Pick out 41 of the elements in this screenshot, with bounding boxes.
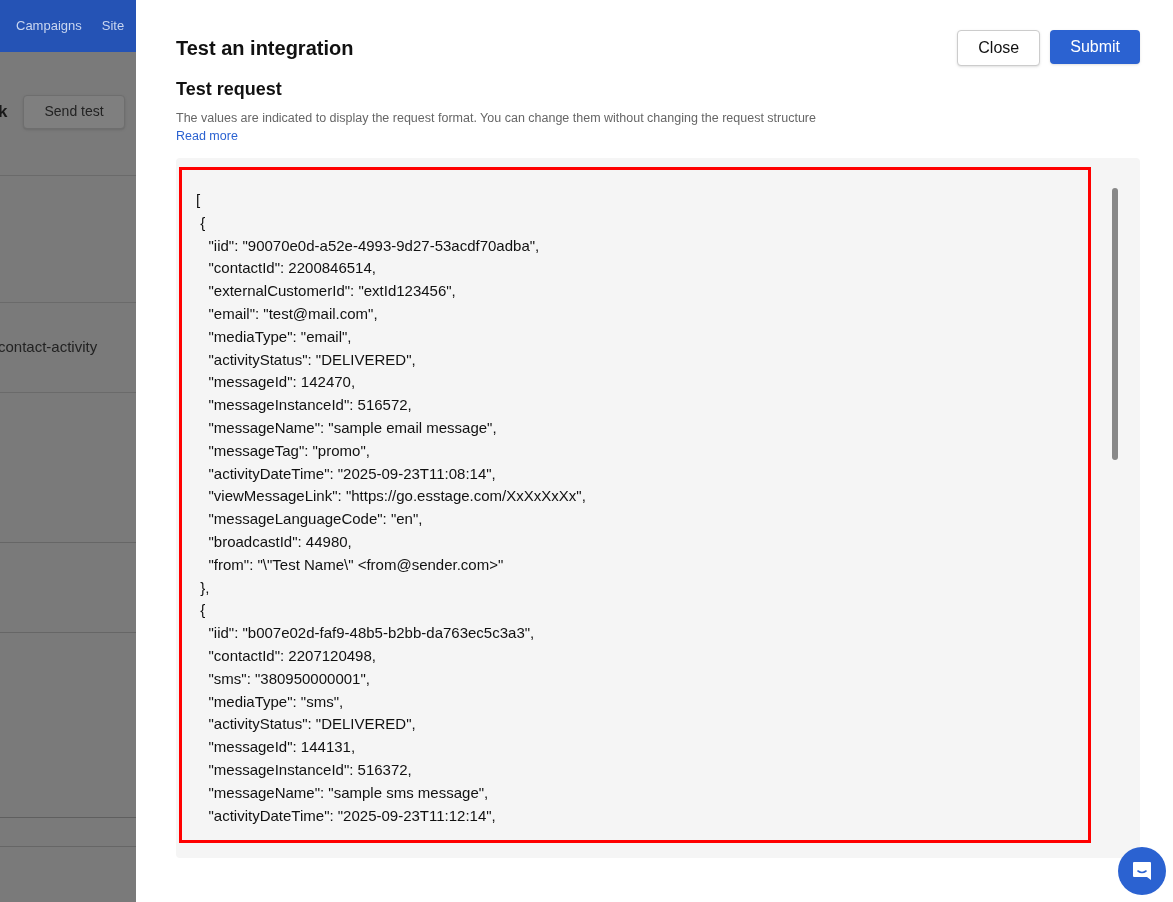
send-test-button[interactable]: Send test xyxy=(23,94,125,129)
code-line: "activityStatus": "DELIVERED", xyxy=(207,349,416,370)
code-line: "iid": "b007e02d-faf9-48b5-b2bb-da763ec5c3a3", xyxy=(207,623,535,644)
code-line: "activityStatus": "DELIVERED", xyxy=(207,714,416,735)
code-line: "messageInstanceId": 516572, xyxy=(207,395,412,416)
code-line: }, xyxy=(199,577,210,598)
code-line: "from": "\"Test Name\" <from@sender.com>" xyxy=(207,554,504,575)
code-line: "messageInstanceId": 516372, xyxy=(207,759,412,780)
code-line: "messageTag": "promo", xyxy=(207,440,370,461)
submit-button[interactable]: Submit xyxy=(1050,30,1140,64)
section-title: Test request xyxy=(176,78,283,101)
code-line: "contactId": 2200846514, xyxy=(207,258,376,279)
code-line: "email": "test@mail.com", xyxy=(207,304,378,324)
chat-icon xyxy=(1131,860,1153,882)
code-line: "viewMessageLink": "https://go.esstage.com/XxXxXxXx", xyxy=(207,486,586,507)
dialog-title: Test an integration xyxy=(176,36,354,61)
code-line: [ xyxy=(196,190,201,210)
read-more-link[interactable]: Read more xyxy=(176,127,238,145)
code-line: "messageId": 144131, xyxy=(207,737,356,758)
code-line: "sms": "380950000001", xyxy=(207,668,370,689)
code-line: "externalCustomerId": "extId123456", xyxy=(207,281,456,302)
code-line: "activityDateTime": "2025-09-23T11:08:14", xyxy=(207,463,496,484)
code-line: "messageName": "sample sms message", xyxy=(207,782,489,803)
scrollbar-thumb[interactable] xyxy=(1112,188,1118,460)
nav-link[interactable]: Campaigns xyxy=(16,16,82,36)
code-line: { xyxy=(199,212,206,233)
code-line: "messageName": "sample email message", xyxy=(207,417,497,438)
description-text: The values are indicated to display the request format. You can change them without changing the request structure xyxy=(176,110,817,127)
page-title: k xyxy=(0,100,8,123)
code-line: { xyxy=(199,600,206,621)
close-button[interactable]: Close xyxy=(957,30,1041,66)
code-line: "iid": "90070e0d-a52e-4993-9d27-53acdf70adba", xyxy=(207,235,540,256)
code-line: "broadcastId": 44980, xyxy=(207,531,352,552)
code-line: "messageLanguageCode": "en", xyxy=(207,509,423,530)
code-line: "activityDateTime": "2025-09-23T11:12:14", xyxy=(207,805,496,826)
code-line: "mediaType": "email", xyxy=(207,326,352,347)
code-line: "messageId": 142470, xyxy=(207,372,356,393)
chat-button[interactable] xyxy=(1118,847,1166,895)
code-line: "contactId": 2207120498, xyxy=(207,645,376,666)
code-line: "mediaType": "sms", xyxy=(207,691,344,712)
nav-link[interactable]: Site xyxy=(101,16,125,36)
